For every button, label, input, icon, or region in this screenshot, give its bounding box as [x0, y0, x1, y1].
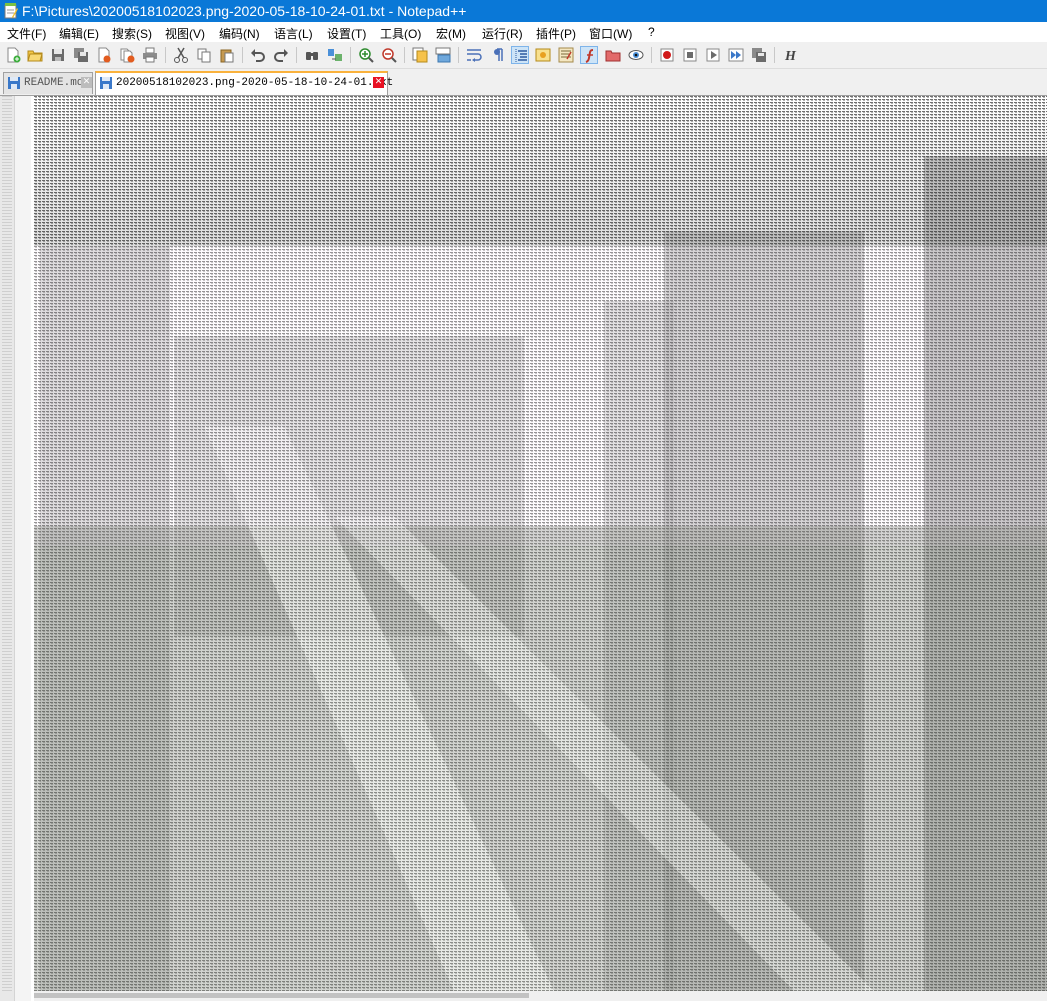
- print-icon[interactable]: [141, 46, 159, 64]
- menu-search[interactable]: 搜索(S): [112, 25, 152, 42]
- run-macro-multiple-icon[interactable]: [727, 46, 745, 64]
- text-content-area[interactable]: [34, 96, 1047, 991]
- zoom-in-icon[interactable]: [357, 46, 375, 64]
- tab-label: README.md: [24, 77, 84, 89]
- saved-file-icon: [8, 77, 20, 89]
- word-wrap-icon[interactable]: [465, 46, 483, 64]
- menu-run[interactable]: 运行(R): [482, 25, 523, 42]
- save-icon[interactable]: [49, 46, 67, 64]
- tab-label: 20200518102023.png-2020-05-18-10-24-01.t…: [116, 77, 394, 89]
- close-icon[interactable]: [95, 46, 113, 64]
- editor-pane[interactable]: [0, 96, 1047, 1001]
- fold-margin: [15, 96, 31, 1001]
- document-map-icon[interactable]: [557, 46, 575, 64]
- save-macro-icon[interactable]: [750, 46, 768, 64]
- hex-editor-icon[interactable]: H: [781, 46, 799, 64]
- menu-plugins[interactable]: 插件(P): [536, 25, 576, 42]
- menu-tools[interactable]: 工具(O): [380, 25, 421, 42]
- tab-active-file[interactable]: 20200518102023.png-2020-05-18-10-24-01.t…: [95, 71, 393, 95]
- menu-bar: 文件(F) 编辑(E) 搜索(S) 视图(V) 编码(N) 语言(L) 设置(T…: [0, 22, 1047, 42]
- menu-language[interactable]: 语言(L): [274, 25, 313, 42]
- menu-settings[interactable]: 设置(T): [327, 25, 366, 42]
- svg-text:H: H: [784, 49, 797, 63]
- menu-file[interactable]: 文件(F): [7, 25, 46, 42]
- menu-macro[interactable]: 宏(M): [436, 25, 466, 42]
- tab-bar: README.md ✕ 20200518102023.png-2020-05-1…: [0, 69, 1047, 96]
- redo-icon[interactable]: [272, 46, 290, 64]
- menu-help[interactable]: ?: [648, 25, 655, 39]
- horizontal-scrollbar[interactable]: [34, 991, 1047, 1001]
- indent-guide-icon[interactable]: [511, 46, 529, 64]
- playback-icon[interactable]: [704, 46, 722, 64]
- tab-readme[interactable]: README.md ✕: [3, 72, 93, 94]
- notepad-plus-plus-app-icon: [4, 3, 18, 19]
- ascii-art-text: [34, 96, 1047, 991]
- find-icon[interactable]: [303, 46, 321, 64]
- tab-close-button[interactable]: ✕: [81, 77, 92, 88]
- record-macro-icon[interactable]: [658, 46, 676, 64]
- menu-window[interactable]: 窗口(W): [589, 25, 632, 42]
- toolbar: H: [0, 42, 1047, 69]
- replace-icon[interactable]: [326, 46, 344, 64]
- close-all-icon[interactable]: [118, 46, 136, 64]
- line-number-gutter: [0, 96, 15, 1001]
- open-file-icon[interactable]: [26, 46, 44, 64]
- window-title: F:\Pictures\20200518102023.png-2020-05-1…: [22, 3, 467, 19]
- function-list-icon[interactable]: [580, 46, 598, 64]
- show-all-characters-icon[interactable]: [488, 46, 506, 64]
- copy-icon[interactable]: [195, 46, 213, 64]
- save-all-icon[interactable]: [72, 46, 90, 64]
- undo-icon[interactable]: [249, 46, 267, 64]
- menu-encoding[interactable]: 编码(N): [219, 25, 260, 42]
- scrollbar-thumb[interactable]: [34, 993, 529, 998]
- new-file-icon[interactable]: [4, 46, 22, 64]
- folder-as-workspace-icon[interactable]: [604, 46, 622, 64]
- user-defined-language-icon[interactable]: [534, 46, 552, 64]
- zoom-out-icon[interactable]: [380, 46, 398, 64]
- sync-horizontal-icon[interactable]: [434, 46, 452, 64]
- paste-icon[interactable]: [218, 46, 236, 64]
- tab-close-button[interactable]: ✕: [373, 77, 384, 88]
- saved-file-icon: [100, 77, 112, 89]
- stop-recording-icon[interactable]: [681, 46, 699, 64]
- menu-view[interactable]: 视图(V): [165, 25, 205, 42]
- cut-icon[interactable]: [172, 46, 190, 64]
- menu-edit[interactable]: 编辑(E): [59, 25, 99, 42]
- monitoring-icon[interactable]: [627, 46, 645, 64]
- sync-vertical-icon[interactable]: [411, 46, 429, 64]
- title-bar: F:\Pictures\20200518102023.png-2020-05-1…: [0, 0, 1047, 22]
